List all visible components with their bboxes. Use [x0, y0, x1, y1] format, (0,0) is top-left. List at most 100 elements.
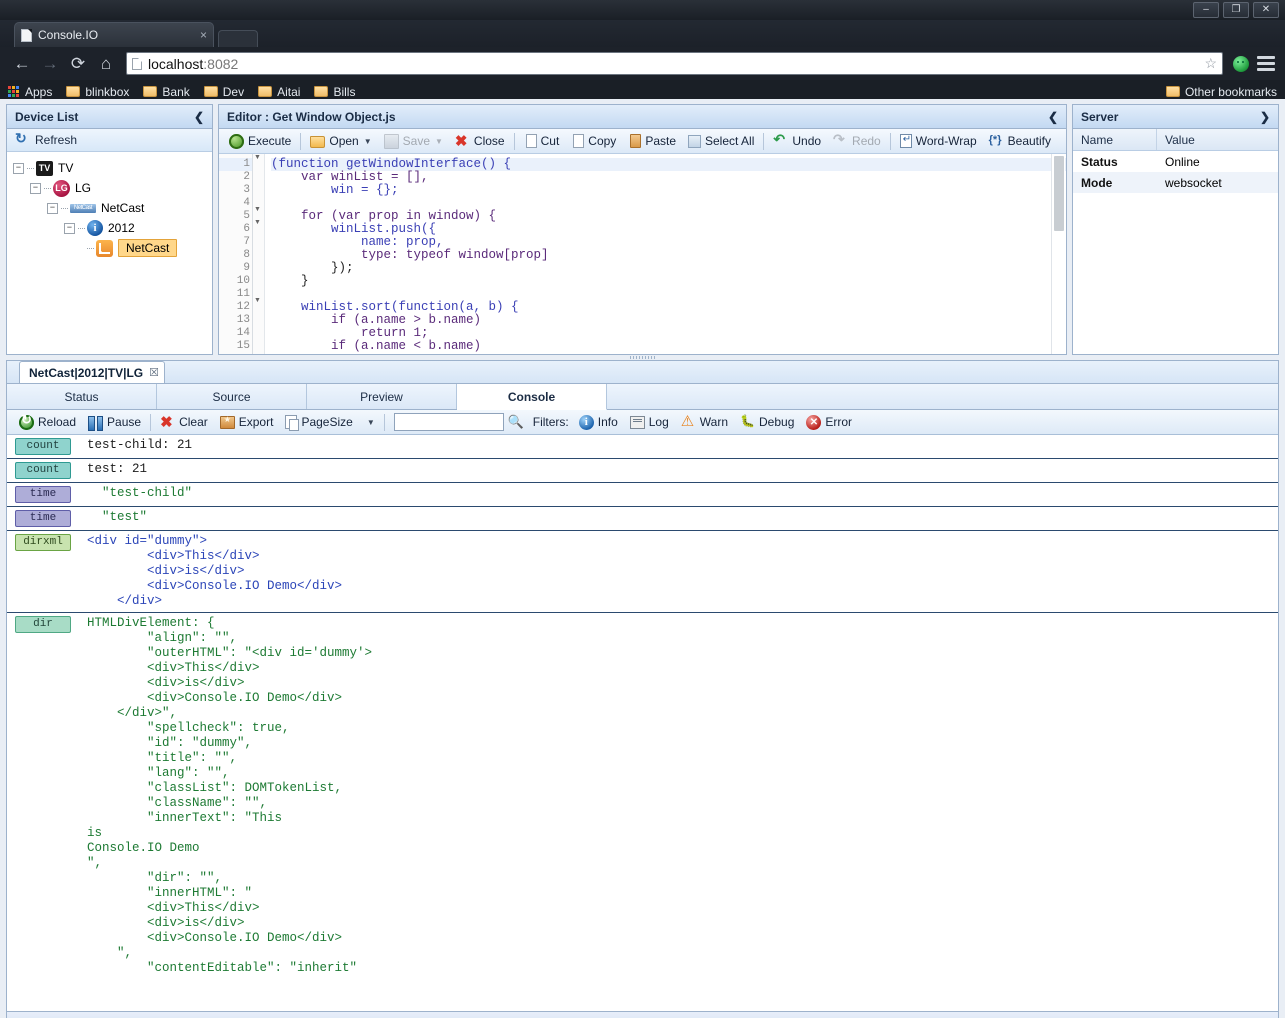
minimize-button[interactable]: – [1193, 2, 1219, 18]
bookmark-star-icon[interactable]: ☆ [1204, 55, 1217, 72]
pause-button[interactable]: Pause [82, 412, 147, 433]
console-toolbar: Reload Pause Clear Export PageSize [7, 410, 1278, 435]
redo-button[interactable]: Redo [827, 131, 887, 152]
tab-preview[interactable]: Preview [307, 384, 457, 409]
clear-button[interactable]: Clear [154, 412, 214, 433]
paste-button[interactable]: Paste [622, 131, 682, 152]
expand-right-icon[interactable]: ❯ [1260, 110, 1270, 124]
fold-arrow-icon[interactable]: ▼ [253, 219, 264, 232]
editor-scrollbar[interactable] [1051, 154, 1065, 354]
tab-status[interactable]: Status [7, 384, 157, 409]
filter-error-button[interactable]: ✕ Error [800, 412, 858, 433]
tab-source[interactable]: Source [157, 384, 307, 409]
cut-button[interactable]: Cut [518, 131, 566, 152]
new-tab-button[interactable] [218, 30, 258, 47]
console-log-area[interactable]: count test-child: 21 count test: 21 time… [7, 435, 1278, 1011]
log-entry[interactable]: time "test" [7, 507, 1278, 531]
save-button[interactable]: Save ▼ [378, 131, 449, 152]
row-value: websocket [1165, 175, 1222, 190]
bookmark-apps[interactable]: Apps [8, 85, 52, 99]
bookmark-dev[interactable]: Dev [203, 85, 244, 99]
refresh-button[interactable]: Refresh [7, 129, 212, 152]
log-entry[interactable]: count test: 21 [7, 459, 1278, 483]
extension-icon[interactable] [1233, 55, 1249, 72]
chevron-down-icon[interactable]: ▼ [367, 418, 375, 427]
close-icon[interactable]: ☒ [148, 365, 160, 380]
tree-node-lg[interactable]: − LG LG [11, 178, 208, 198]
filter-info-button[interactable]: i Info [573, 412, 624, 433]
fold-column[interactable]: ▼ ▼ ▼ ▼ [253, 154, 265, 354]
search-icon[interactable] [508, 414, 524, 430]
word-wrap-button[interactable]: Word-Wrap [894, 131, 983, 152]
tree-node-tv[interactable]: − TV TV [11, 158, 208, 178]
reload-console-button[interactable]: Reload [13, 412, 82, 433]
fold-arrow-icon[interactable]: ▼ [253, 206, 264, 219]
search-input[interactable] [393, 413, 504, 431]
chrome-menu-icon[interactable] [1257, 56, 1275, 71]
log-entry[interactable]: dirxml <div id="dummy"> <div>This</div> … [7, 531, 1278, 613]
log-entry[interactable]: count test-child: 21 [7, 435, 1278, 459]
beautify-icon: {*} [988, 133, 1002, 146]
line-number: 6 [243, 223, 250, 235]
table-row: Status Online [1073, 151, 1278, 172]
device-tab-netcast[interactable]: NetCast|2012|TV|LG ☒ [19, 361, 165, 383]
filter-log-button[interactable]: Log [624, 412, 675, 433]
filter-debug-button[interactable]: Debug [734, 412, 800, 433]
close-window-button[interactable]: ✕ [1253, 2, 1279, 18]
bookmark-bills[interactable]: Bills [314, 85, 355, 99]
tree-node-netcast[interactable]: − NetCast NetCast [11, 198, 208, 218]
bookmark-aitai[interactable]: Aitai [258, 85, 300, 99]
maximize-button[interactable]: ❐ [1223, 2, 1249, 18]
server-table-header: Name Value [1073, 129, 1278, 151]
fold-arrow-icon[interactable]: ▼ [253, 297, 264, 310]
chevron-down-icon[interactable]: ▼ [435, 137, 443, 146]
select-all-icon [688, 135, 701, 148]
undo-button[interactable]: Undo [767, 131, 827, 152]
other-bookmarks-button[interactable]: Other bookmarks [1165, 85, 1277, 99]
tree-node-2012[interactable]: − i 2012 [11, 218, 208, 238]
expander-icon[interactable]: − [47, 202, 58, 214]
device-list-header: Device List ❮ [7, 105, 212, 129]
tab-console[interactable]: Console [457, 384, 607, 410]
tree-connector [44, 187, 51, 189]
console-io-app: Device List ❮ Refresh − TV TV − [0, 99, 1285, 1018]
export-button[interactable]: Export [214, 412, 280, 433]
tree-node-netcast-device[interactable]: NetCast [11, 238, 208, 258]
back-icon[interactable]: ← [8, 54, 36, 74]
bookmark-blinkbox[interactable]: blinkbox [66, 85, 129, 99]
fold-arrow-icon[interactable]: ▼ [253, 154, 264, 167]
button-label: Word-Wrap [915, 134, 977, 148]
folder-icon [203, 86, 218, 97]
address-bar[interactable]: localhost:8082 ☆ [126, 52, 1223, 75]
button-label: Pause [107, 415, 142, 429]
select-all-button[interactable]: Select All [682, 131, 760, 152]
forward-icon[interactable]: → [36, 54, 64, 74]
word-wrap-icon [899, 134, 912, 148]
filter-warn-button[interactable]: Warn [675, 412, 734, 433]
home-icon[interactable]: ⌂ [92, 54, 120, 74]
tab-close-icon[interactable]: × [196, 28, 207, 42]
collapse-right-icon[interactable]: ❮ [1048, 110, 1058, 124]
execute-button[interactable]: Execute [223, 131, 297, 152]
window-titlebar: – ❐ ✕ [0, 0, 1285, 20]
browser-tab-console-io[interactable]: Console.IO × [14, 22, 214, 47]
button-label: Clear [179, 415, 208, 429]
expander-icon[interactable]: − [13, 162, 24, 174]
reload-icon[interactable]: ⟳ [64, 54, 92, 74]
close-file-button[interactable]: Close [449, 131, 511, 152]
bookmark-bank[interactable]: Bank [143, 85, 190, 99]
chevron-down-icon[interactable]: ▼ [364, 137, 372, 146]
collapse-left-icon[interactable]: ❮ [194, 110, 204, 124]
editor-body[interactable]: 1 2 3 4 5 6 7 8 9 10 11 12 13 14 15 ▼ ▼ … [219, 154, 1066, 354]
log-entry[interactable]: time "test-child" [7, 483, 1278, 507]
code-line: type: typeof window[prop] [271, 248, 549, 262]
code-line: if (a.name < b.name) [271, 339, 482, 353]
expander-icon[interactable]: − [64, 222, 75, 234]
pagesize-button[interactable]: PageSize ▼ [279, 412, 380, 433]
expander-icon[interactable]: − [30, 182, 41, 194]
copy-button[interactable]: Copy [565, 131, 622, 152]
beautify-button[interactable]: {*} Beautify [983, 131, 1057, 152]
code-area[interactable]: (function getWindowInterface() { var win… [265, 154, 1066, 354]
open-button[interactable]: Open ▼ [304, 131, 377, 152]
log-entry[interactable]: dir HTMLDivElement: { "align": "", "oute… [7, 613, 1278, 979]
